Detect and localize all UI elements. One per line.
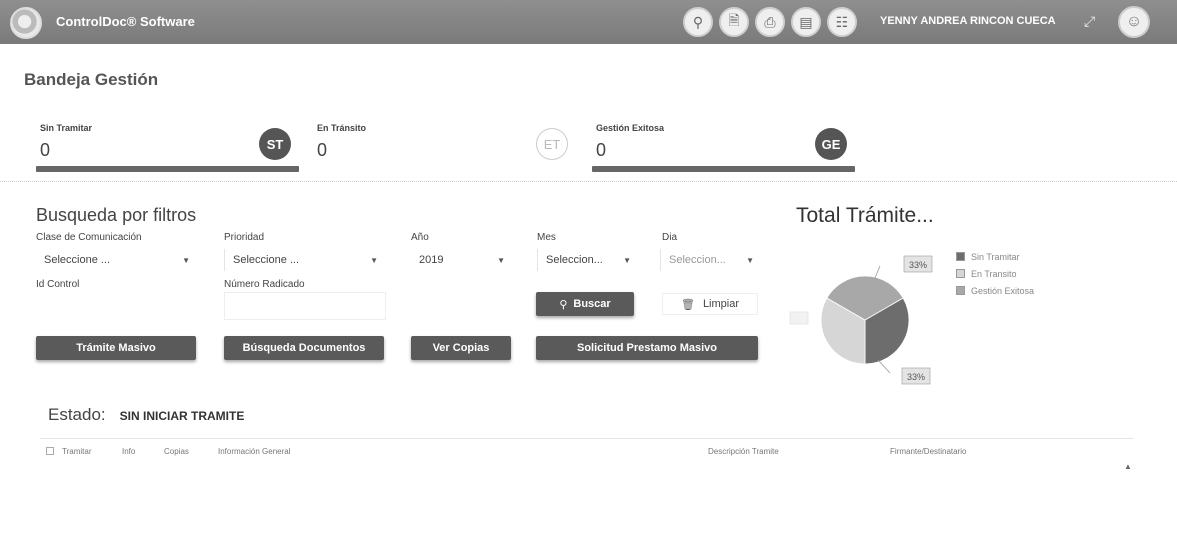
file-icon[interactable]: ▤ [791, 7, 821, 37]
chevron-down-icon: ▼ [370, 255, 378, 265]
column-header-firmante[interactable]: Firmante/Destinatario [890, 447, 966, 456]
mes-value: Seleccion... [546, 254, 603, 266]
limpiar-button[interactable]: 🗑 Limpiar [662, 293, 758, 315]
legend-item[interactable]: Sin Tramitar [956, 248, 1034, 265]
ver-copias-button[interactable]: Ver Copias [411, 336, 511, 360]
app-title: ControlDoc® Software [56, 14, 195, 29]
limpiar-label: Limpiar [702, 298, 740, 310]
column-header-copias[interactable]: Copias [164, 447, 189, 456]
prioridad-select[interactable]: Seleccione ... ▼ [224, 249, 384, 271]
dia-label: Dia [662, 232, 678, 243]
chart-title: Total Trámite... [796, 204, 934, 227]
tramite-masivo-button[interactable]: Trámite Masivo [36, 336, 196, 360]
status-card-bar [36, 166, 299, 172]
status-card-bar [313, 166, 576, 172]
legend-item[interactable]: En Transito [956, 265, 1034, 282]
prioridad-value: Seleccione ... [233, 254, 300, 266]
filter-section-title: Busqueda por filtros [36, 205, 197, 225]
legend-label: Gestión Exitosa [971, 285, 1035, 296]
data-label-leader [874, 265, 881, 279]
chart-legend: Sin Tramitar En Transito Gestión Exitosa [956, 248, 1034, 299]
report-icon[interactable]: ☷ [827, 7, 857, 37]
status-card-en-transito[interactable]: En Tránsito 0 ET [313, 118, 576, 172]
status-card-sin-tramitar[interactable]: Sin Tramitar 0 ST [36, 118, 299, 172]
buscar-button[interactable]: ⚲ Buscar [536, 292, 634, 316]
status-card-value: 0 [596, 140, 607, 160]
dia-select[interactable]: Seleccion... ▼ [660, 249, 760, 271]
search-icon: ⚲ [559, 298, 568, 311]
status-badge-et: ET [536, 128, 568, 160]
status-badge-ge: GE [815, 128, 847, 160]
anio-select[interactable]: 2019 ▼ [411, 249, 511, 271]
status-card-value: 0 [317, 140, 328, 160]
estado-label: Estado: [48, 405, 106, 424]
status-badge-st: ST [259, 128, 291, 160]
user-avatar-icon[interactable]: ☺ [1118, 6, 1150, 38]
page-title: Bandeja Gestión [24, 70, 159, 89]
user-name[interactable]: YENNY ANDREA RINCON CUECA [880, 15, 1056, 27]
select-all-checkbox[interactable] [46, 447, 54, 455]
dia-value: Seleccion... [669, 254, 726, 266]
status-card-label: Gestión Exitosa [596, 123, 665, 133]
numero-radicado-label: Número Radicado [224, 279, 305, 290]
status-card-label: En Tránsito [317, 123, 367, 133]
chevron-down-icon: ▼ [497, 255, 505, 265]
clase-comunicacion-value: Seleccione ... [44, 254, 111, 266]
status-card-label: Sin Tramitar [40, 123, 93, 133]
numero-radicado-input[interactable] [224, 292, 386, 320]
status-card-value: 0 [40, 140, 51, 160]
fullscreen-icon[interactable]: ⤢ [1084, 13, 1095, 30]
print-icon[interactable]: ⎙ [755, 7, 785, 37]
legend-swatch [956, 252, 965, 261]
status-card-bar [592, 166, 855, 172]
chevron-down-icon: ▼ [182, 255, 190, 265]
column-header-informacion-general[interactable]: Información General [218, 447, 290, 456]
solicitud-prestamo-masivo-button[interactable]: Solicitud Prestamo Masivo [536, 336, 758, 360]
clase-comunicacion-select[interactable]: Seleccione ... ▼ [36, 249, 196, 271]
clase-comunicacion-label: Clase de Comunicación [36, 232, 142, 243]
buscar-label: Buscar [573, 298, 611, 310]
estado-row: Estado: SIN INICIAR TRAMITE [48, 405, 244, 425]
divider [0, 181, 1177, 182]
id-control-input[interactable] [36, 292, 196, 320]
column-header-info[interactable]: Info [122, 447, 135, 456]
legend-label: En Transito [971, 268, 1017, 279]
column-header-tramitar[interactable]: Tramitar [62, 447, 91, 456]
data-label: 33% [909, 260, 927, 270]
trash-icon: 🗑 [680, 298, 695, 311]
mes-label: Mes [537, 232, 556, 243]
data-label: 33% [907, 372, 925, 382]
id-control-label: Id Control [36, 279, 80, 290]
anio-label: Año [411, 232, 429, 243]
data-label-leader [877, 359, 891, 374]
column-header-descripcion-tramite[interactable]: Descripción Tramite [708, 447, 779, 456]
status-card-gestion-exitosa[interactable]: Gestión Exitosa 0 GE [592, 118, 855, 172]
data-label-box [789, 311, 809, 325]
legend-label: Sin Tramitar [971, 251, 1020, 262]
table-header: Tramitar Info Copias Información General… [40, 438, 1134, 460]
top-bar: ControlDoc® Software ⚲ 🗎 ⎙ ▤ ☷ YENNY AND… [0, 0, 1177, 44]
mes-select[interactable]: Seleccion... ▼ [537, 249, 637, 271]
prioridad-label: Prioridad [224, 232, 265, 243]
chevron-down-icon: ▼ [623, 255, 631, 265]
busqueda-documentos-button[interactable]: Búsqueda Documentos [224, 336, 384, 360]
scroll-up-icon[interactable]: ▲ [1124, 462, 1132, 471]
chevron-down-icon: ▼ [746, 255, 754, 265]
app-logo[interactable] [10, 7, 42, 39]
legend-swatch [956, 269, 965, 278]
anio-value: 2019 [419, 254, 444, 266]
estado-value: SIN INICIAR TRAMITE [119, 409, 245, 423]
search-icon[interactable]: ⚲ [683, 7, 713, 37]
pie-chart: 33% 33% [789, 255, 933, 385]
legend-swatch [956, 286, 965, 295]
document-icon[interactable]: 🗎 [719, 7, 749, 37]
legend-item[interactable]: Gestión Exitosa [956, 282, 1034, 299]
